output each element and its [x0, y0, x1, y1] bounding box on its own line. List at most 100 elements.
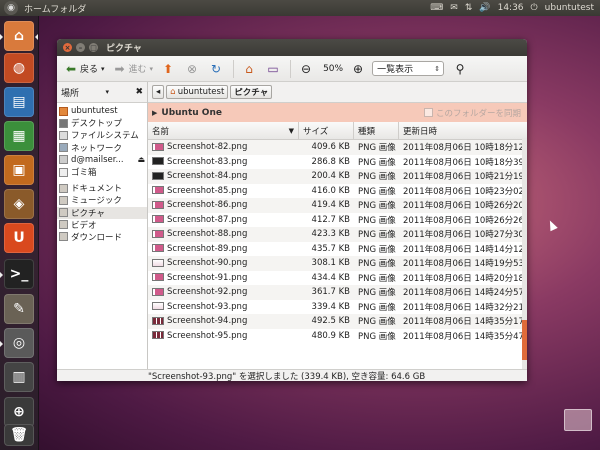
zoom-in-button[interactable]: ⊕	[348, 59, 370, 79]
workspace-switcher-icon[interactable]: ▥	[4, 362, 34, 392]
sidebar-item-network[interactable]: ネットワーク	[57, 142, 147, 154]
column-header-name[interactable]: 名前 ▼	[148, 122, 299, 139]
power-icon[interactable]: ⏻	[531, 3, 538, 13]
close-icon[interactable]: ×	[63, 43, 72, 52]
gimp-icon[interactable]: ✎	[4, 294, 34, 324]
file-name-cell[interactable]: Screenshot-92.png	[148, 287, 299, 297]
file-row[interactable]: Screenshot-94.png 492.5 KB PNG 画像 2011年08月0…	[148, 314, 527, 329]
sidebar-item-filesystem[interactable]: ファイルシステム	[57, 129, 147, 141]
sync-checkbox[interactable]	[423, 108, 433, 117]
path-segment-home[interactable]: ⌂ ubuntutest	[166, 85, 229, 99]
file-name-cell[interactable]: Screenshot-84.png	[148, 171, 299, 181]
writer-icon[interactable]: ▤	[4, 87, 34, 117]
reload-button[interactable]: ↻	[206, 59, 228, 79]
back-button[interactable]: ⬅ 戻る ▾	[61, 59, 108, 79]
file-row[interactable]: Screenshot-87.png 412.7 KB PNG 画像 2011年08月0…	[148, 213, 527, 228]
view-mode-select[interactable]: 一覧表示 ⇕	[372, 61, 445, 76]
sidebar-item-desktop[interactable]: デスクトップ	[57, 117, 147, 129]
scrollbar-thumb[interactable]	[522, 320, 527, 360]
up-button[interactable]: ⬆	[158, 59, 180, 79]
file-row[interactable]: Screenshot-93.png 339.4 KB PNG 画像 2011年08月0…	[148, 300, 527, 315]
window-titlebar[interactable]: × – □ ピクチャ	[57, 39, 527, 56]
camera-icon[interactable]: ◎	[4, 328, 34, 358]
column-header-size[interactable]: サイズ	[299, 122, 354, 139]
sidebar-item-videos[interactable]: ビデオ	[57, 219, 147, 231]
file-row[interactable]: Screenshot-88.png 423.3 KB PNG 画像 2011年08月0…	[148, 227, 527, 242]
workspace-preview[interactable]	[564, 409, 592, 431]
file-name-cell[interactable]: Screenshot-90.png	[148, 258, 299, 268]
path-segment-pictures[interactable]: ピクチャ	[230, 85, 273, 99]
file-row[interactable]: Screenshot-85.png 416.0 KB PNG 画像 2011年08月0…	[148, 184, 527, 199]
sidebar-item-music[interactable]: ミュージック	[57, 194, 147, 206]
clock[interactable]: 14:36	[498, 3, 524, 13]
home-button[interactable]: ⌂	[239, 59, 261, 79]
column-header-type[interactable]: 種類	[354, 122, 399, 139]
file-name-cell[interactable]: Screenshot-95.png	[148, 331, 299, 341]
keyboard-icon[interactable]: ⌨	[430, 3, 443, 13]
file-name-cell[interactable]: Screenshot-89.png	[148, 244, 299, 254]
file-row[interactable]: Screenshot-90.png 308.1 KB PNG 画像 2011年08月0…	[148, 256, 527, 271]
file-row[interactable]: Screenshot-92.png 361.7 KB PNG 画像 2011年08月0…	[148, 285, 527, 300]
sidebar-item-downloads[interactable]: ダウンロード	[57, 231, 147, 243]
file-name-cell[interactable]: Screenshot-88.png	[148, 229, 299, 239]
dropdown-icon: ▾	[149, 64, 154, 73]
ubuntu-one-icon[interactable]: U	[4, 223, 34, 253]
firefox-icon[interactable]: ◍	[4, 53, 34, 83]
file-row[interactable]: Screenshot-95.png 480.9 KB PNG 画像 2011年08月0…	[148, 329, 527, 344]
sidebar-item-documents[interactable]: ドキュメント	[57, 182, 147, 194]
file-name-cell[interactable]: Screenshot-82.png	[148, 142, 299, 152]
maximize-icon[interactable]: □	[89, 43, 98, 52]
file-type-cell: PNG 画像	[358, 244, 396, 255]
sidebar-item-remote[interactable]: d@mailser... ⏏	[57, 154, 147, 166]
sidebar-header-label[interactable]: 場所	[61, 86, 79, 99]
sync-folder-toggle[interactable]: このフォルダーを同期	[423, 107, 521, 119]
file-name-cell[interactable]: Screenshot-86.png	[148, 200, 299, 210]
sidebar-item-trash[interactable]: ゴミ箱	[57, 166, 147, 178]
file-name-cell[interactable]: Screenshot-91.png	[148, 273, 299, 283]
focused-indicator	[35, 34, 38, 40]
zoom-out-button[interactable]: ⊖	[296, 59, 318, 79]
expander-icon[interactable]: ▶	[152, 109, 157, 117]
sidebar-item-pictures[interactable]: ピクチャ	[57, 206, 147, 219]
home-folder-icon[interactable]: ⌂	[4, 21, 34, 51]
sidebar-item-label: ダウンロード	[71, 232, 123, 243]
stop-button[interactable]: ⊗	[182, 59, 204, 79]
impress-icon[interactable]: ▣	[4, 155, 34, 185]
file-name-cell[interactable]: Screenshot-83.png	[148, 157, 299, 167]
ubuntu-one-label[interactable]: Ubuntu One	[161, 108, 222, 118]
zoom-level[interactable]: 50%	[320, 59, 346, 79]
ubuntu-logo-icon[interactable]: ◉	[4, 1, 18, 15]
trash-icon[interactable]: 🗑	[4, 424, 34, 446]
home-folder-icon	[59, 106, 68, 116]
computer-button[interactable]: ▭	[263, 59, 285, 79]
image-thumbnail-icon	[152, 142, 164, 151]
network-icon[interactable]: ⇅	[465, 3, 473, 13]
dropdown-icon[interactable]: ▾	[105, 88, 109, 96]
sidebar-item-label: d@mailser...	[71, 154, 124, 165]
file-name-cell[interactable]: Screenshot-87.png	[148, 215, 299, 225]
file-row[interactable]: Screenshot-86.png 419.4 KB PNG 画像 2011年08月0…	[148, 198, 527, 213]
eject-icon[interactable]: ⏏	[137, 155, 145, 164]
file-name-cell[interactable]: Screenshot-93.png	[148, 302, 299, 312]
search-apps-icon[interactable]: ⊕	[4, 397, 34, 427]
terminal-icon[interactable]: >_	[4, 259, 34, 289]
minimize-icon[interactable]: –	[76, 43, 85, 52]
file-row[interactable]: Screenshot-82.png 409.6 KB PNG 画像 2011年08月0…	[148, 140, 527, 155]
username[interactable]: ubuntutest	[545, 3, 594, 13]
calc-icon[interactable]: ▦	[4, 121, 34, 151]
search-button[interactable]: ⚲	[450, 59, 472, 79]
file-row[interactable]: Screenshot-91.png 434.4 KB PNG 画像 2011年08月0…	[148, 271, 527, 286]
software-center-icon[interactable]: ◈	[4, 189, 34, 219]
file-row[interactable]: Screenshot-89.png 435.7 KB PNG 画像 2011年08月0…	[148, 242, 527, 257]
path-scroll-left-button[interactable]: ◂	[152, 85, 165, 99]
volume-icon[interactable]: 🔊	[479, 3, 490, 13]
close-sidebar-icon[interactable]: ✖	[135, 87, 143, 97]
file-row[interactable]: Screenshot-83.png 286.8 KB PNG 画像 2011年08月0…	[148, 155, 527, 170]
mail-icon[interactable]: ✉	[450, 3, 458, 13]
file-row[interactable]: Screenshot-84.png 200.4 KB PNG 画像 2011年08月0…	[148, 169, 527, 184]
forward-button[interactable]: ➡ 進む ▾	[110, 59, 157, 79]
file-name-cell[interactable]: Screenshot-85.png	[148, 186, 299, 196]
sidebar-item-home[interactable]: ubuntutest	[57, 105, 147, 117]
column-header-date[interactable]: 更新日時	[399, 122, 527, 139]
file-name-cell[interactable]: Screenshot-94.png	[148, 316, 299, 326]
